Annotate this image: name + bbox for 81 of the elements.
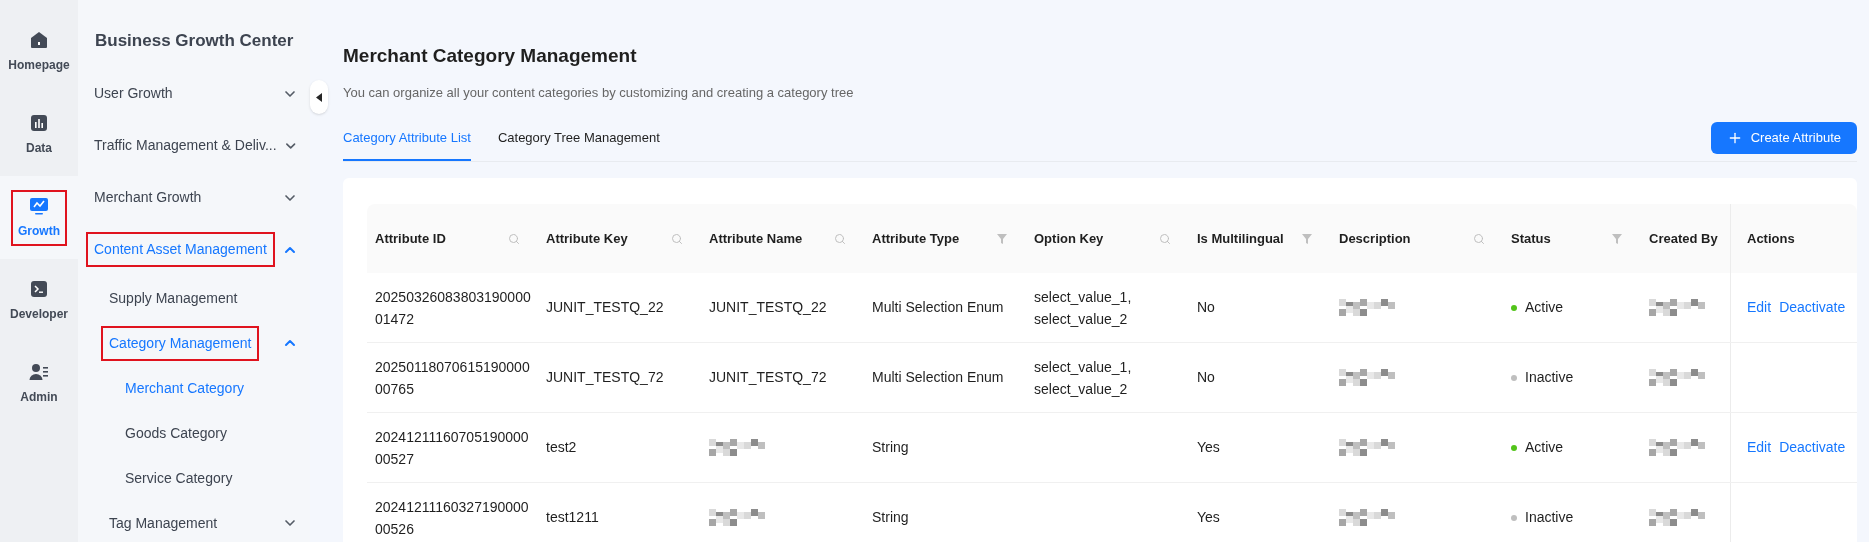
pixelated-text — [1649, 509, 1705, 526]
column-header: Actions — [1747, 229, 1795, 248]
sidebar-item[interactable]: User Growth — [88, 78, 179, 109]
table-cell-text: 20241211160327190000 00526 — [375, 497, 529, 539]
action-link[interactable]: Deactivate — [1779, 437, 1846, 458]
table-cell-text: JUNIT_TESTQ_72 — [709, 368, 827, 387]
search-icon[interactable] — [1159, 232, 1171, 245]
table-cell-text: 20250118070615190000 00765 — [375, 357, 530, 399]
pixelated-text — [1339, 509, 1395, 526]
table-cell-text: No — [1197, 298, 1215, 317]
sidebar-item[interactable]: Supply Management — [103, 282, 244, 314]
table-cell-text: 20241211160705190000 00527 — [375, 427, 529, 469]
column-header: Option Key — [1034, 229, 1104, 248]
table-cell-text: select_value_1, select_value_2 — [1034, 287, 1132, 329]
action-link[interactable]: Edit — [1747, 297, 1772, 318]
table-cell-text: 20250326083803190000 01472 — [375, 287, 531, 329]
column-header: Status — [1511, 229, 1551, 248]
filter-icon[interactable] — [996, 232, 1008, 245]
column-header: Attribute ID — [375, 229, 446, 248]
rail-item[interactable]: Admin — [15, 357, 63, 410]
table-cell-text: Yes — [1197, 508, 1220, 527]
house-icon — [29, 29, 49, 50]
status-label: Active — [1525, 298, 1564, 317]
status-label: Inactive — [1525, 368, 1574, 387]
column-header: Attribute Name — [709, 229, 803, 248]
pixelated-text — [1649, 369, 1705, 386]
sidebar-item[interactable]: Tag Management — [103, 507, 224, 539]
page-title: Merchant Category Management — [343, 44, 638, 68]
search-icon[interactable] — [1473, 232, 1485, 245]
rail-item[interactable]: Developer — [5, 274, 73, 327]
table-cell-text: test1211 — [546, 508, 599, 527]
filter-icon[interactable] — [1611, 232, 1623, 245]
table-cell-text: Multi Selection Enum — [872, 368, 1004, 387]
rail-item[interactable]: Homepage — [3, 25, 75, 78]
create-attribute-button[interactable]: Create Attribute — [1710, 122, 1857, 154]
search-icon[interactable] — [671, 232, 683, 245]
sidebar-item[interactable]: Merchant Category — [119, 372, 251, 404]
rail-item[interactable]: Data — [21, 108, 57, 161]
table-cell-text: select_value_1, select_value_2 — [1034, 357, 1132, 399]
pixelated-text — [1339, 299, 1395, 316]
pixelated-text — [1649, 439, 1705, 456]
sidebar-item[interactable]: Content Asset Management — [88, 234, 273, 265]
bar-chart-icon — [29, 112, 49, 133]
table-cell-text: No — [1197, 368, 1215, 387]
sidebar-item[interactable]: Merchant Growth — [88, 182, 208, 213]
caret-left-icon — [316, 92, 322, 102]
collapse-button[interactable] — [310, 80, 328, 114]
column-header: Is Multilingual — [1197, 229, 1284, 248]
table-cell-text: JUNIT_TESTQ_72 — [546, 368, 664, 387]
column-header: Attribute Type — [872, 229, 960, 248]
user-list-icon — [29, 361, 49, 382]
table-cell-text: String — [872, 438, 909, 457]
column-header: Attribute Key — [546, 229, 628, 248]
pixelated-text — [1649, 299, 1705, 316]
table-cell-text: Yes — [1197, 438, 1220, 457]
table-cell-text: JUNIT_TESTQ_22 — [709, 298, 827, 317]
pixelated-text — [1339, 369, 1395, 386]
filter-icon[interactable] — [1301, 232, 1313, 245]
search-icon[interactable] — [834, 232, 846, 245]
monitor-trend-icon — [29, 195, 49, 216]
pixelated-text — [1339, 439, 1395, 456]
page-subtitle: You can organize all your content categories by customizing and creating a category tree — [343, 83, 855, 102]
table-cell-text: JUNIT_TESTQ_22 — [546, 298, 664, 317]
search-icon[interactable] — [508, 232, 520, 245]
table-cell-text: Multi Selection Enum — [872, 298, 1004, 317]
sidebar-title: Business Growth Center — [94, 30, 295, 52]
status-label: Inactive — [1525, 508, 1574, 527]
sidebar-item[interactable]: Traffic Management & Deliv... — [88, 130, 283, 161]
table-cell-text: String — [872, 508, 909, 527]
sidebar-item[interactable]: Service Category — [119, 462, 239, 494]
sidebar-item[interactable]: Category Management — [103, 327, 258, 359]
sidebar-item[interactable]: Goods Category — [119, 417, 233, 449]
action-link[interactable]: Deactivate — [1779, 297, 1846, 318]
column-header: Created By — [1649, 229, 1718, 248]
column-header: Description — [1339, 229, 1411, 248]
status-label: Active — [1525, 438, 1564, 457]
table-cell-text: test2 — [546, 438, 577, 457]
action-link[interactable]: Edit — [1747, 437, 1772, 458]
tab[interactable]: Category Attribute List — [343, 123, 471, 161]
terminal-icon — [29, 278, 49, 299]
tab[interactable]: Category Tree Management — [497, 123, 660, 161]
